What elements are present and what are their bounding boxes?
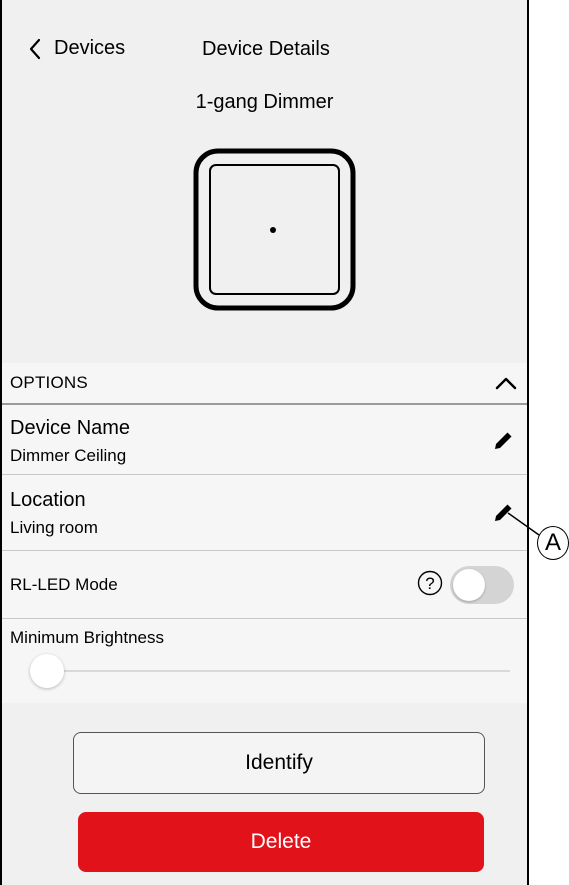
device-name-value: Dimmer Ceiling: [10, 446, 127, 465]
delete-button[interactable]: Delete: [78, 812, 484, 872]
brightness-slider-thumb[interactable]: [30, 654, 64, 688]
app-screen: Devices Device Details 1-gang Dimmer OPT…: [0, 0, 529, 885]
page-title: Device Details: [202, 38, 330, 60]
minimum-brightness-label: Minimum Brightness: [10, 628, 164, 647]
back-button[interactable]: Devices: [28, 37, 125, 60]
header: Devices Device Details: [2, 0, 527, 100]
rl-led-mode-label: RL-LED Mode: [10, 575, 118, 594]
chevron-left-icon: [29, 38, 41, 59]
callout-a: A: [537, 526, 569, 560]
toggle-knob[interactable]: [453, 569, 485, 601]
identify-button[interactable]: Identify: [73, 732, 485, 794]
pencil-icon[interactable]: [493, 431, 513, 451]
dimmer-device-image: [193, 148, 356, 311]
rl-led-mode-row: RL-LED Mode: [2, 551, 527, 619]
minimum-brightness-row: Minimum Brightness: [2, 619, 527, 703]
back-label: Devices: [54, 37, 126, 59]
rl-led-mode-toggle[interactable]: [450, 566, 514, 604]
options-label: OPTIONS: [10, 373, 88, 392]
device-name-label: Device Name: [10, 417, 131, 439]
brightness-slider-track[interactable]: [42, 670, 510, 672]
options-section-header[interactable]: OPTIONS: [2, 363, 527, 405]
help-glyph: ?: [425, 574, 434, 593]
device-name-row[interactable]: Device Name Dimmer Ceiling: [2, 405, 527, 475]
chevron-up-icon[interactable]: [495, 375, 517, 391]
location-value: Living room: [10, 518, 98, 537]
device-type-label: 1-gang Dimmer: [195, 91, 334, 113]
location-row[interactable]: Location Living room: [2, 475, 527, 551]
pencil-icon[interactable]: [493, 503, 513, 523]
location-label: Location: [10, 489, 86, 511]
help-icon[interactable]: ?: [417, 570, 443, 596]
